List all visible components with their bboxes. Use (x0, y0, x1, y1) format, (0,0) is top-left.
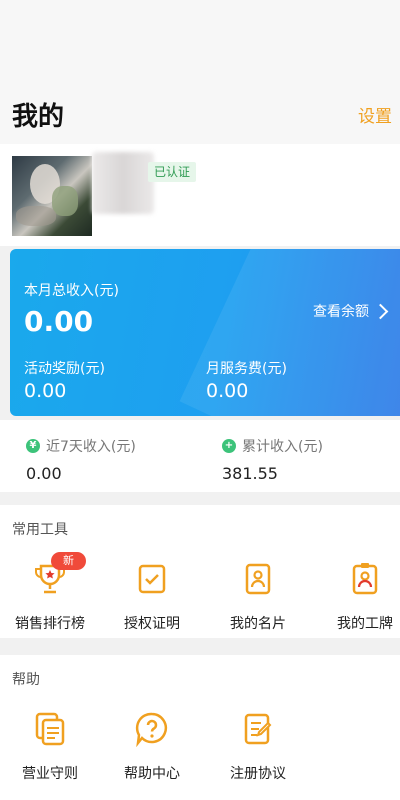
avatar[interactable] (12, 156, 92, 236)
help-business-rules[interactable]: 营业守则 (0, 711, 100, 783)
page-header: 我的 设置 (0, 82, 400, 144)
activity-reward-label: 活动奖励(元) (24, 361, 105, 377)
help-agreement[interactable]: 注册协议 (208, 711, 308, 783)
income-summary: ¥ 近7天收入(元) 0.00 + 累计收入(元) 381.55 (0, 420, 400, 492)
total-label: 累计收入(元) (242, 439, 323, 455)
view-balance-button[interactable]: 查看余额 (313, 301, 389, 321)
tool-business-card[interactable]: 我的名片 (208, 561, 308, 633)
tool-label: 我的工牌 (337, 616, 393, 632)
month-income-value: 0.00 (24, 305, 94, 338)
help-label: 注册协议 (230, 766, 286, 782)
last7-value: 0.00 (26, 464, 62, 483)
help-section: 帮助 营业守则 帮助中心 注册协议 (0, 655, 400, 800)
last7-income[interactable]: ¥ 近7天收入(元) 0.00 (26, 436, 136, 483)
monthly-fee-value: 0.00 (206, 380, 249, 402)
tool-label: 销售排行榜 (15, 616, 85, 632)
agreement-icon (240, 711, 276, 747)
total-value: 381.55 (222, 464, 278, 483)
tool-label: 授权证明 (124, 616, 180, 632)
new-badge: 新 (51, 552, 86, 570)
last7-label: 近7天收入(元) (46, 439, 136, 455)
chevron-right-icon (372, 303, 389, 319)
help-title: 帮助 (12, 672, 40, 688)
page-title: 我的 (12, 102, 65, 132)
tools-section: 常用工具 销售排行榜 授权证明 我的名片 我的工牌 (0, 505, 400, 638)
total-income[interactable]: + 累计收入(元) 381.55 (222, 436, 323, 483)
tool-work-badge[interactable]: 我的工牌 (315, 561, 400, 633)
status-bar-area (0, 0, 400, 82)
view-balance-label: 查看余额 (313, 304, 369, 320)
month-income-label: 本月总收入(元) (24, 283, 119, 299)
profile-panel[interactable]: 已认证 (0, 144, 400, 246)
question-icon (134, 711, 170, 748)
certificate-icon (134, 561, 170, 597)
blurred-username (92, 152, 154, 214)
activity-reward-value: 0.00 (24, 380, 67, 402)
tools-title: 常用工具 (12, 522, 68, 538)
work-badge-icon (347, 561, 383, 597)
plus-icon: + (222, 439, 236, 453)
tool-authorization[interactable]: 授权证明 (102, 561, 202, 633)
help-label: 帮助中心 (124, 766, 180, 782)
documents-icon (32, 711, 68, 747)
income-card: 本月总收入(元) 0.00 查看余额 活动奖励(元) 0.00 月服务费(元) … (10, 249, 400, 416)
yuan-icon: ¥ (26, 439, 40, 453)
tool-sales-ranking[interactable]: 销售排行榜 (0, 561, 100, 633)
monthly-fee-label: 月服务费(元) (206, 361, 287, 377)
tool-label: 我的名片 (230, 616, 286, 632)
settings-button[interactable]: 设置 (358, 102, 392, 127)
help-center[interactable]: 帮助中心 (102, 711, 202, 783)
verified-badge: 已认证 (148, 162, 197, 182)
help-label: 营业守则 (22, 766, 78, 782)
business-card-icon (240, 561, 276, 597)
